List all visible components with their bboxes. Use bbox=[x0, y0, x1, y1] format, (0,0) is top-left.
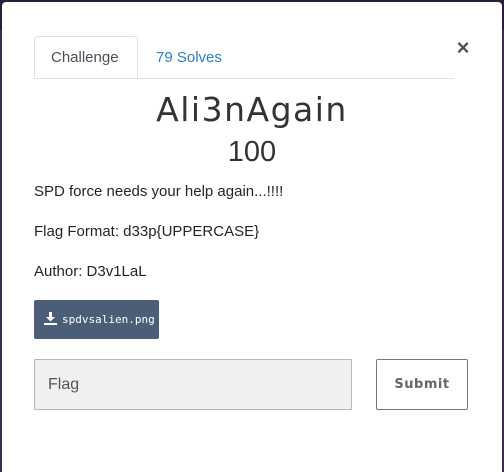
submit-button[interactable]: Submit bbox=[376, 359, 468, 410]
challenge-points: 100 bbox=[227, 136, 277, 168]
challenge-modal: Challenge 79 Solves × Ali3nAgain 100 SPD… bbox=[2, 2, 502, 472]
author-line: Author: D3v1LaL bbox=[34, 263, 147, 280]
tab-challenge[interactable]: Challenge bbox=[34, 36, 138, 78]
flag-format-line: Flag Format: d33p{UPPERCASE} bbox=[34, 223, 260, 240]
close-button[interactable]: × bbox=[454, 36, 472, 60]
file-name: spdvsalien.png bbox=[62, 313, 155, 326]
download-icon bbox=[44, 312, 62, 326]
description-line: SPD force needs your help again...!!!! bbox=[34, 183, 284, 200]
flag-input[interactable] bbox=[34, 359, 352, 410]
challenge-title: Ali3nAgain bbox=[156, 90, 348, 129]
modal-tabs: Challenge 79 Solves bbox=[34, 36, 454, 79]
tab-solves[interactable]: 79 Solves bbox=[139, 36, 239, 77]
file-download-button[interactable]: spdvsalien.png bbox=[34, 300, 159, 339]
